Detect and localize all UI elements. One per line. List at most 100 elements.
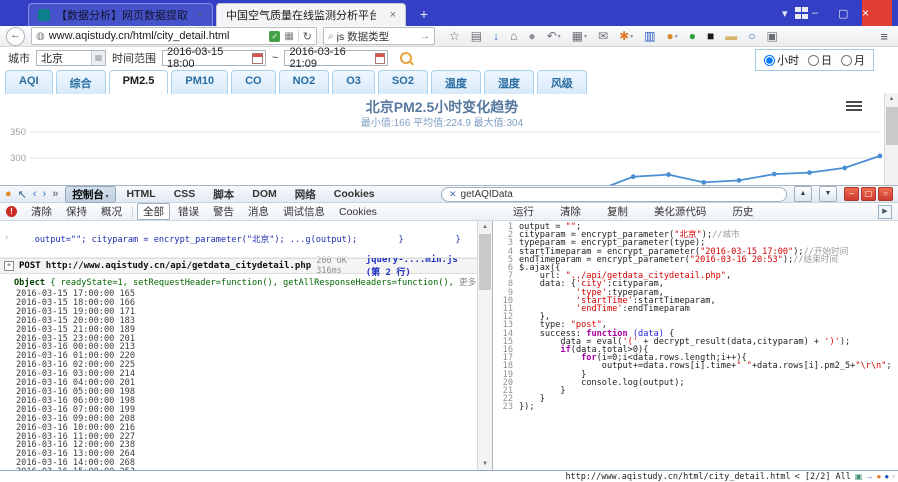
firebug-tab-脚本[interactable]: 脚本 <box>206 186 241 203</box>
editor-action-3[interactable]: 美化源代码 <box>648 203 713 220</box>
city-input[interactable]: 北京 ▦ <box>36 50 106 66</box>
firebug-detach-button[interactable]: ▢ <box>861 187 876 201</box>
dropdown-caret-icon[interactable]: ▾ <box>558 33 561 40</box>
editor-action-2[interactable]: 复制 <box>601 203 634 220</box>
calendar-icon[interactable] <box>252 52 263 64</box>
firebug-tab-cookies[interactable]: Cookies <box>327 187 382 201</box>
console-filter-4[interactable]: 调试信息 <box>277 203 331 220</box>
firebug-menu-icon[interactable]: ● <box>5 188 12 200</box>
scroll-up-icon[interactable]: ▲ <box>478 221 492 233</box>
firebug-tab-网络[interactable]: 网络 <box>288 186 323 203</box>
search-bar[interactable]: ⌕ js 数据类型 → <box>323 27 435 45</box>
toolbar-overflow-icon[interactable]: ▶ <box>878 204 892 219</box>
pollutant-tab-no2[interactable]: NO2 <box>278 70 330 94</box>
editor-action-1[interactable]: 清除 <box>554 203 587 220</box>
firebug-search-input[interactable]: ✕ getAQIData <box>441 186 787 202</box>
pollutant-tab-湿度[interactable]: 湿度 <box>483 70 534 94</box>
firebug-tab-控制台[interactable]: 控制台 ▾ <box>65 185 116 203</box>
firebug-tab-html[interactable]: HTML <box>120 187 163 201</box>
pollutant-tab-co[interactable]: CO <box>231 70 276 94</box>
search-value[interactable]: js 数据类型 <box>337 29 417 44</box>
firebug-minimize-button[interactable]: – <box>844 187 859 201</box>
network-request-row[interactable]: + POST http://www.aqistudy.cn/api/getdat… <box>0 255 477 278</box>
scroll-up-icon[interactable]: ▲ <box>885 93 898 105</box>
bookmarks-menu-icon[interactable]: ▤ <box>471 29 482 43</box>
firebug-close-button[interactable]: ○ <box>878 187 893 201</box>
adblock-icon[interactable]: ● <box>689 29 696 43</box>
console-scrollbar[interactable]: ▲ ▼ <box>477 221 492 470</box>
window-close-button[interactable]: × <box>862 0 892 26</box>
addon-icon-cake[interactable]: ▬ <box>725 29 737 43</box>
tab-options-caret-icon[interactable]: ▾ <box>104 194 109 200</box>
browser-tab-inactive[interactable]: 【数据分析】网页数据提取 - 帮... × <box>28 3 213 26</box>
firebug-action-2[interactable]: 概况 <box>95 203 128 220</box>
expand-icon[interactable]: + <box>4 261 14 271</box>
granularity-option-3[interactable]: 月 <box>841 52 865 68</box>
command-editor-pane[interactable]: 1 output = ""; 2 cityparam = encrypt_parame… <box>492 221 898 470</box>
bookmark-star-icon[interactable]: ☆ <box>449 29 460 43</box>
tab-close-icon[interactable]: × <box>390 9 396 21</box>
granularity-radio[interactable] <box>808 54 819 66</box>
reload-icon[interactable]: ↻ <box>303 30 312 43</box>
scroll-down-icon[interactable]: ▼ <box>478 458 492 470</box>
clear-search-icon[interactable]: ✕ <box>449 189 457 200</box>
console-filter-1[interactable]: 错误 <box>172 203 205 220</box>
console-object-row[interactable]: Object { readyState=1, setRequestHeader=… <box>0 274 477 290</box>
firebug-tab-css[interactable]: CSS <box>167 187 203 201</box>
firebug-action-0[interactable]: 清除 <box>25 203 58 220</box>
screenshot-icon[interactable]: ▦ ▾ <box>572 29 587 43</box>
hamburger-menu-icon[interactable]: ≡ <box>880 29 892 44</box>
error-count-icon[interactable]: ! <box>6 206 17 217</box>
granularity-option-1[interactable]: 小时 <box>764 52 799 68</box>
undo-closed-tab-icon[interactable]: ↶ ▾ <box>547 29 561 43</box>
home-icon[interactable]: ⌂ <box>510 29 517 43</box>
url-text[interactable]: www.aqistudy.cn/html/city_detail.html <box>49 30 266 42</box>
security-shield-icon[interactable]: ✓ <box>269 30 281 42</box>
feedback-icon[interactable]: ● <box>528 29 535 43</box>
nav-forward-icon[interactable]: › <box>43 188 47 200</box>
pollutant-tab-综合[interactable]: 综合 <box>55 70 106 94</box>
tab-groups-icon[interactable] <box>795 7 809 19</box>
console-filter-5[interactable]: Cookies <box>333 205 383 219</box>
calendar-icon[interactable] <box>374 52 386 64</box>
pollutant-tab-风级[interactable]: 风级 <box>536 70 587 94</box>
command-line-icon[interactable]: » <box>52 188 58 200</box>
pollutant-tab-so2[interactable]: SO2 <box>377 70 428 94</box>
scrollbar-thumb[interactable] <box>479 234 491 290</box>
image-addon-icon[interactable]: ▣ <box>767 29 778 43</box>
scrollbar-thumb[interactable] <box>886 107 898 145</box>
window-minimize-button[interactable]: – <box>812 0 838 26</box>
nav-back-icon[interactable]: ‹ <box>33 188 37 200</box>
flashblock-icon[interactable]: ■ <box>707 29 714 43</box>
console-filter-3[interactable]: 消息 <box>242 203 275 220</box>
pollutant-tab-o3[interactable]: O3 <box>332 70 375 94</box>
search-next-button[interactable]: ▼ <box>819 186 837 202</box>
pollutant-tab-温度[interactable]: 温度 <box>430 70 481 94</box>
firebug-action-1[interactable]: 保持 <box>60 203 93 220</box>
page-scrollbar[interactable]: ▲ <box>884 93 898 185</box>
url-bar[interactable]: ◍ www.aqistudy.cn/html/city_detail.html … <box>31 27 317 45</box>
command-editor-code[interactable]: 1 output = ""; 2 cityparam = encrypt_parame… <box>493 223 898 412</box>
granularity-radio[interactable] <box>764 54 775 66</box>
back-button[interactable]: ← <box>6 26 25 46</box>
browser-tab-active[interactable]: 中国空气质量在线监测分析平台|城市... × <box>216 3 406 26</box>
search-prev-button[interactable]: ▲ <box>794 186 812 202</box>
granularity-radio[interactable] <box>841 54 852 66</box>
new-tab-button[interactable]: + <box>412 5 436 24</box>
granularity-option-2[interactable]: 日 <box>808 52 832 68</box>
pollutant-tab-pm2.5[interactable]: PM2.5 <box>108 70 169 94</box>
pollutant-tab-pm10[interactable]: PM10 <box>171 70 229 94</box>
console-filter-2[interactable]: 警告 <box>207 203 240 220</box>
downloads-icon[interactable]: ↓ <box>493 29 499 43</box>
start-time-input[interactable]: 2016-03-15 18:00 <box>162 47 266 70</box>
dropdown-caret-icon[interactable]: ▾ <box>630 33 633 40</box>
tab-list-caret-icon[interactable]: ▾ <box>782 0 788 26</box>
dropdown-caret-icon[interactable]: ▾ <box>675 33 678 40</box>
search-go-icon[interactable]: → <box>420 31 430 42</box>
gestures-addon-icon[interactable]: ✱ ▾ <box>619 29 633 43</box>
chart-toolbox-icon[interactable] <box>846 99 862 113</box>
firebug-tab-dom[interactable]: DOM <box>245 187 284 201</box>
query-search-icon[interactable] <box>400 52 413 64</box>
window-maximize-button[interactable]: ▢ <box>838 0 864 26</box>
comment-icon[interactable]: ✉ <box>598 29 608 43</box>
